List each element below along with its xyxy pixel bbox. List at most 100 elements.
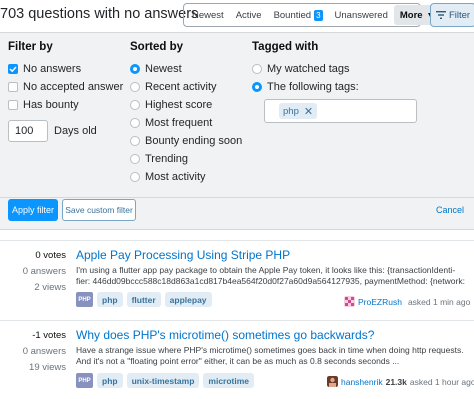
page-title: 703 questions with no answers <box>0 6 199 22</box>
avatar[interactable] <box>327 376 338 387</box>
question-summary: 0 votes 0 answers 2 views Apple Pay Proc… <box>0 240 474 320</box>
tag-link[interactable]: unix-timestamp <box>126 373 200 388</box>
sort-highest-score[interactable]: Highest score <box>130 96 242 114</box>
tab-label: More <box>399 9 423 21</box>
php-tag-icon: PHP <box>76 373 93 388</box>
filter-button[interactable]: Filter <box>430 3 474 27</box>
filter-by-heading: Filter by <box>8 41 53 53</box>
remove-tag-icon[interactable]: ✕ <box>304 105 313 118</box>
radio[interactable] <box>130 100 140 110</box>
vote-count: -1 votes <box>32 330 66 341</box>
user-name-link[interactable]: ProEZRush <box>358 297 402 307</box>
tag-link[interactable]: applepay <box>164 292 212 307</box>
option-label: Recent activity <box>145 81 217 93</box>
question-excerpt: Have a strange issue where PHP's microti… <box>76 345 464 366</box>
option-has-bounty[interactable]: Has bounty <box>8 96 123 114</box>
days-old-row: 100 Days old <box>8 120 123 142</box>
tag-link[interactable]: php <box>97 292 123 307</box>
option-label: Most frequent <box>145 117 213 129</box>
sort-tabs: Newest Active Bountied3 Unanswered More▼ <box>183 3 440 27</box>
tagged-with-column: Tagged with My watched tags The followin… <box>252 41 417 123</box>
answer-count: 0 answers <box>22 266 66 277</box>
asked-time: asked 1 min ago <box>407 296 471 307</box>
option-label: The following tags: <box>267 81 359 93</box>
option-label: Most activity <box>145 171 206 183</box>
tagged-watched[interactable]: My watched tags <box>252 60 417 78</box>
radio[interactable] <box>130 118 140 128</box>
tag-link[interactable]: microtime <box>203 373 255 388</box>
option-label: Trending <box>145 153 189 165</box>
option-no-answers[interactable]: No answers <box>8 60 123 78</box>
tab-newest[interactable]: Newest <box>186 5 230 25</box>
radio-selected[interactable] <box>130 64 140 74</box>
avatar[interactable] <box>344 296 355 307</box>
question-summary: -1 votes 0 answers 19 views Why does PHP… <box>0 320 474 399</box>
question-tags: PHP php flutter applepay <box>76 292 212 307</box>
tab-bountied[interactable]: Bountied 3 <box>268 5 329 25</box>
bounty-count-badge: 3 <box>314 9 323 21</box>
view-count: 19 views <box>29 362 66 373</box>
tag-link[interactable]: php <box>97 373 123 388</box>
sort-newest[interactable]: Newest <box>130 60 242 78</box>
question-tags: PHP php unix-timestamp microtime <box>76 373 255 388</box>
question-user: hanshenrik 21.3k asked 1 hour ago <box>327 376 474 387</box>
asked-time: asked 1 hour ago <box>409 376 474 387</box>
option-label: My watched tags <box>267 63 350 75</box>
option-label: Has bounty <box>23 99 79 111</box>
question-title-link[interactable]: Apple Pay Processing Using Stripe PHP <box>76 248 290 262</box>
radio[interactable] <box>130 172 140 182</box>
tag-link[interactable]: flutter <box>126 292 161 307</box>
tag-chip-label: php <box>283 105 299 117</box>
apply-filter-button[interactable]: Apply filter <box>8 199 58 221</box>
radio-selected[interactable] <box>252 82 262 92</box>
option-label: Bounty ending soon <box>145 135 243 147</box>
filter-by-column: Filter by No answers No accepted answer … <box>8 41 123 142</box>
divider <box>0 197 474 198</box>
days-old-label: Days old <box>54 125 97 137</box>
sorted-by-heading: Sorted by <box>130 41 184 53</box>
sort-trending[interactable]: Trending <box>130 150 242 168</box>
tag-chip[interactable]: php ✕ <box>279 103 318 119</box>
radio[interactable] <box>130 154 140 164</box>
tab-active[interactable]: Active <box>230 5 268 25</box>
vote-count: 0 votes <box>35 250 66 261</box>
tab-unanswered[interactable]: Unanswered <box>329 5 394 25</box>
question-stats: -1 votes 0 answers 19 views <box>0 330 66 378</box>
filter-panel: Filter by No answers No accepted answer … <box>0 32 474 230</box>
days-old-input[interactable]: 100 <box>8 120 48 142</box>
save-custom-filter-button[interactable]: Save custom filter <box>62 199 136 221</box>
sort-bounty-ending-soon[interactable]: Bounty ending soon <box>130 132 242 150</box>
filter-icon <box>435 11 446 19</box>
tagged-following[interactable]: The following tags: <box>252 78 417 96</box>
answer-count: 0 answers <box>22 346 66 357</box>
filter-label: Filter <box>448 9 471 21</box>
sorted-by-column: Sorted by Newest Recent activity Highest… <box>130 41 242 186</box>
checkbox[interactable] <box>8 100 18 110</box>
tab-label: Unanswered <box>334 9 388 21</box>
option-no-accepted-answer[interactable]: No accepted answer <box>8 78 123 96</box>
view-count: 2 views <box>34 282 66 293</box>
radio[interactable] <box>130 136 140 146</box>
php-tag-icon: PHP <box>76 292 93 307</box>
option-label: No answers <box>23 63 82 75</box>
checkbox-checked-icon[interactable] <box>8 64 18 74</box>
option-label: No accepted answer <box>23 81 124 93</box>
tag-input[interactable]: php ✕ <box>264 99 417 123</box>
question-user: ProEZRush asked 1 min ago <box>344 296 470 307</box>
radio[interactable] <box>252 64 262 74</box>
cancel-link[interactable]: Cancel <box>436 205 464 215</box>
user-name-link[interactable]: hanshenrik <box>341 377 383 387</box>
tagged-with-heading: Tagged with <box>252 41 319 53</box>
sort-most-activity[interactable]: Most activity <box>130 168 242 186</box>
checkbox[interactable] <box>8 82 18 92</box>
tab-label: Newest <box>192 9 224 21</box>
option-label: Highest score <box>145 99 213 111</box>
radio[interactable] <box>130 82 140 92</box>
question-title-link[interactable]: Why does PHP's microtime() sometimes go … <box>76 328 374 342</box>
sort-most-frequent[interactable]: Most frequent <box>130 114 242 132</box>
question-stats: 0 votes 0 answers 2 views <box>0 250 66 298</box>
sort-recent-activity[interactable]: Recent activity <box>130 78 242 96</box>
reputation: 21.3k <box>385 376 407 387</box>
option-label: Newest <box>145 63 182 75</box>
tab-label: Active <box>235 9 262 21</box>
